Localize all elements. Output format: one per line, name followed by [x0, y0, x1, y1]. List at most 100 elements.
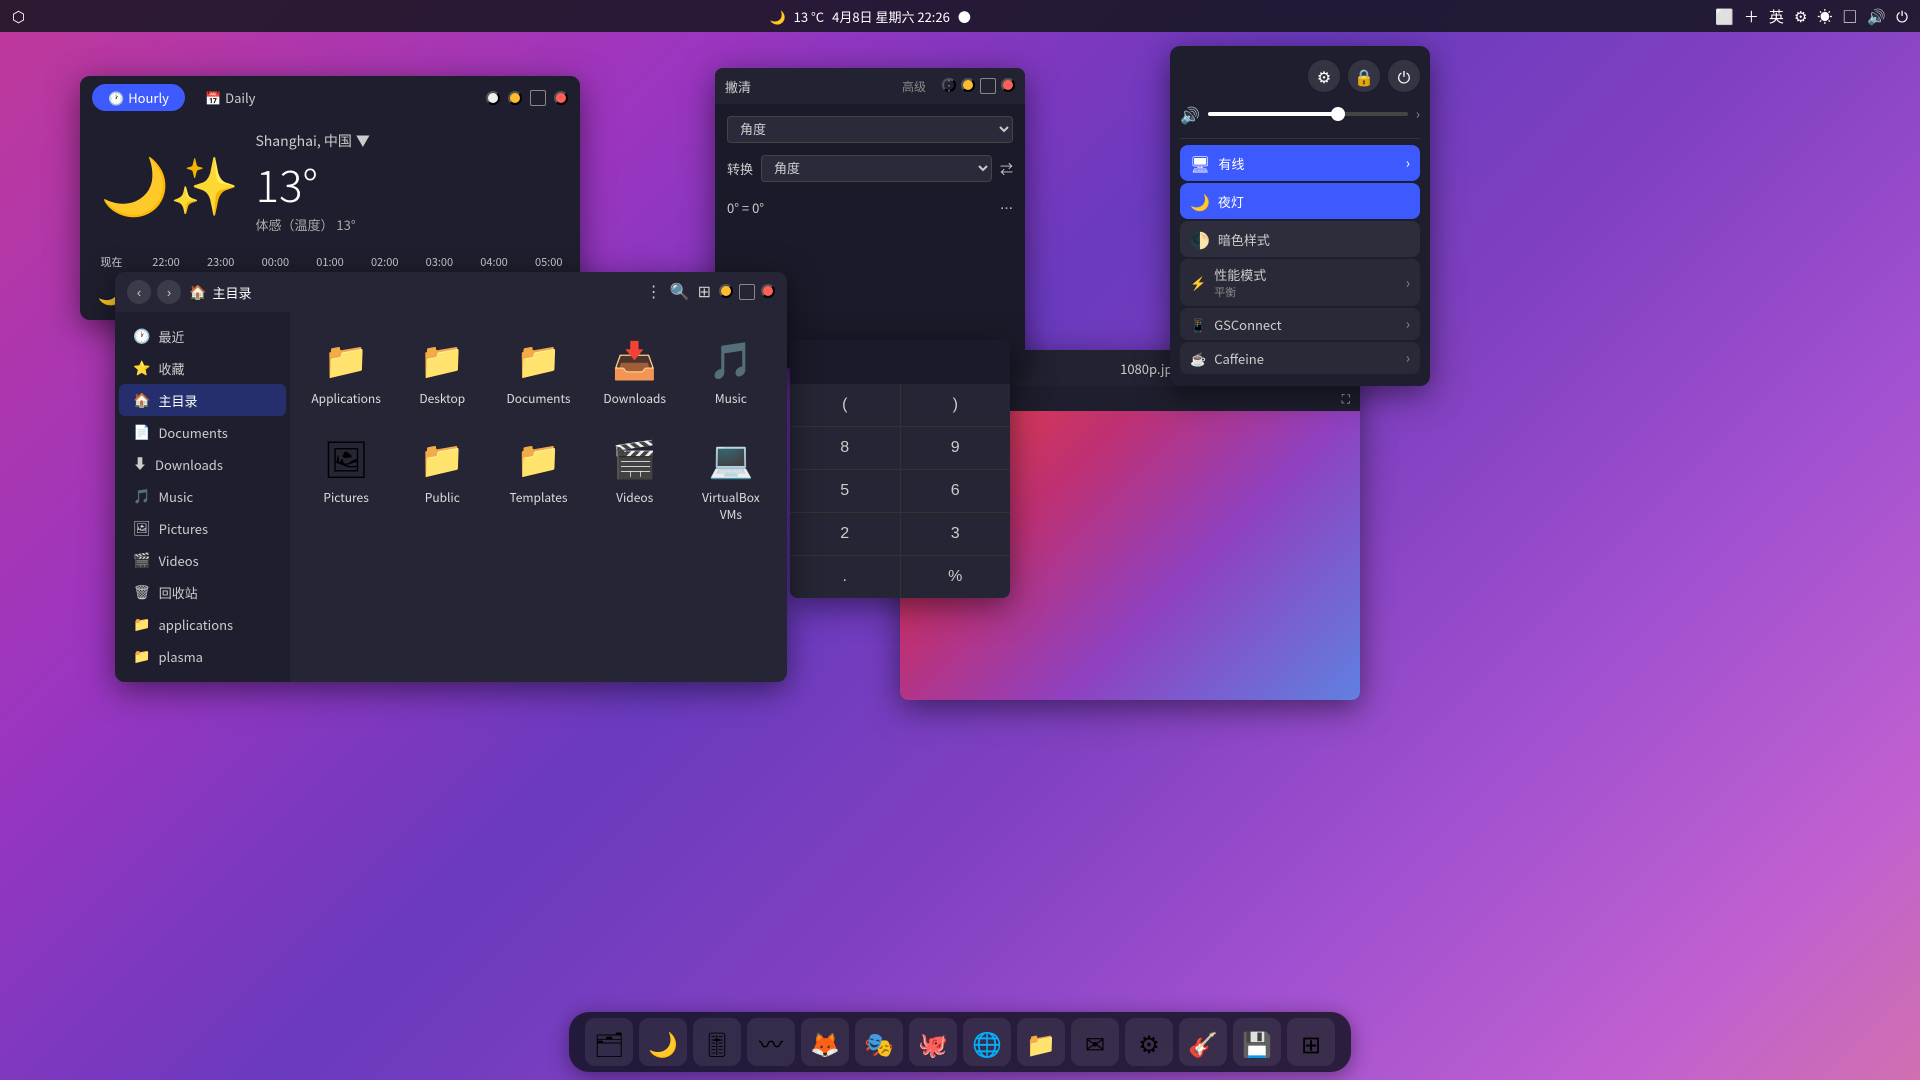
dock-icon-edge[interactable]: 🌐: [963, 1018, 1011, 1066]
dock-icon-firefox[interactable]: 🦊: [801, 1018, 849, 1066]
dock-icon-settings[interactable]: ⚙: [1125, 1018, 1173, 1066]
calc-btn-5[interactable]: 5: [790, 470, 900, 512]
sidebar-item-pictures[interactable]: 🖼 Pictures: [119, 512, 286, 544]
tab-daily[interactable]: 📅 Daily: [189, 84, 272, 111]
search-btn[interactable]: 🔍: [670, 282, 690, 302]
inkscape-convert-select[interactable]: 角度: [761, 155, 992, 182]
calc-btn-sym[interactable]: (: [790, 384, 900, 426]
calc-btn-8[interactable]: 8: [790, 427, 900, 469]
sm-volume-expand-icon[interactable]: ›: [1416, 104, 1420, 124]
calc-btn-9[interactable]: 9: [901, 427, 1011, 469]
fm-close-btn[interactable]: [761, 284, 775, 298]
dock-icon-inkscape[interactable]: 🎭: [855, 1018, 903, 1066]
fm-minimize-btn[interactable]: [719, 284, 733, 298]
sm-settings-icon[interactable]: ⚙: [1308, 60, 1340, 92]
sidebar-item-music[interactable]: 🎵 Music: [119, 480, 286, 512]
restore-btn[interactable]: [530, 90, 546, 106]
folder-name: Public: [425, 489, 460, 506]
dock-icon-night[interactable]: 🌙: [639, 1018, 687, 1066]
folder-applications[interactable]: 📁 Applications: [302, 324, 390, 415]
sidebar-item-documents[interactable]: 📄 Documents: [119, 416, 286, 448]
arch-logo-icon[interactable]: ⬡: [12, 6, 25, 27]
minimize-btn[interactable]: —: [508, 91, 522, 105]
sm-gsconnect-item[interactable]: 📱 GSConnect ›: [1180, 308, 1420, 340]
sm-power-icon[interactable]: ⏻: [1388, 60, 1420, 92]
folder-name: VirtualBox VMs: [691, 489, 771, 523]
sm-wired-item[interactable]: 🖥 有线 ›: [1180, 145, 1420, 181]
dock-icon-mixer[interactable]: 🎚: [693, 1018, 741, 1066]
sm-caffeine-arrow[interactable]: ›: [1406, 348, 1410, 368]
brightness-icon[interactable]: ☀: [1817, 6, 1832, 27]
more-btn[interactable]: ⋮: [486, 91, 500, 105]
sm-performance-arrow[interactable]: ›: [1406, 273, 1410, 293]
sidebar-item-最近[interactable]: 🕐 最近: [119, 320, 286, 352]
calc-btn-2[interactable]: 2: [790, 513, 900, 555]
window-icon[interactable]: □: [1842, 6, 1857, 27]
sidebar-item-downloads[interactable]: ⬇ Downloads: [119, 448, 286, 480]
view-toggle-btn[interactable]: ⊞: [698, 282, 711, 302]
folder-downloads[interactable]: 📥 Downloads: [591, 324, 679, 415]
close-btn[interactable]: ✕: [554, 91, 568, 105]
sidebar-item-收藏[interactable]: ⭐ 收藏: [119, 352, 286, 384]
dock-icon-mail[interactable]: ✉: [1071, 1018, 1119, 1066]
sm-caffeine-item[interactable]: ☕ Caffeine ›: [1180, 342, 1420, 374]
sidebar-item-applications[interactable]: 📁 applications: [119, 608, 286, 640]
dock-icon-dolphin[interactable]: 📁: [1017, 1018, 1065, 1066]
sm-performance-item[interactable]: ⚡ 性能模式 平衡 ›: [1180, 259, 1420, 306]
sidebar-item-.themes[interactable]: 📁 .themes: [119, 672, 286, 682]
sidebar-item-plasma[interactable]: 📁 plasma: [119, 640, 286, 672]
sm-darkmode-item[interactable]: 🌓 暗色样式: [1180, 221, 1420, 257]
calc-display: [790, 340, 1010, 384]
inkscape-angle-select[interactable]: 角度: [727, 116, 1013, 143]
calc-btn-3[interactable]: 3: [901, 513, 1011, 555]
sm-gsconnect-arrow[interactable]: ›: [1406, 314, 1410, 334]
fm-content: 📁 Applications 📁 Desktop 📁 Documents 📥 D…: [290, 312, 787, 682]
dock-icon-files[interactable]: 🗂: [585, 1018, 633, 1066]
dock-icon-spotify[interactable]: 🎸: [1179, 1018, 1227, 1066]
sidebar-item-videos[interactable]: 🎬 Videos: [119, 544, 286, 576]
sidebar-item-主目录[interactable]: 🏠 主目录: [119, 384, 286, 416]
folder-templates[interactable]: 📁 Templates: [494, 423, 582, 531]
folder-virtualbox-vms[interactable]: 💻 VirtualBox VMs: [687, 423, 775, 531]
swap-icon[interactable]: ⇄: [1000, 159, 1013, 178]
folder-documents[interactable]: 📁 Documents: [494, 324, 582, 415]
calc-btn-sym[interactable]: %: [901, 556, 1011, 598]
folder-desktop[interactable]: 📁 Desktop: [398, 324, 486, 415]
dock-icon-apps[interactable]: ⊞: [1287, 1018, 1335, 1066]
inkscape-close-btn[interactable]: [1001, 78, 1015, 92]
sm-volume-slider[interactable]: [1208, 112, 1408, 116]
dock-icon-wave[interactable]: 〰: [747, 1018, 795, 1066]
inkscape-restore-btn[interactable]: [980, 78, 996, 94]
volume-icon[interactable]: 🔊: [1867, 6, 1886, 27]
gear-icon[interactable]: ⚙: [1794, 6, 1807, 27]
screen-icon[interactable]: ⬜: [1715, 6, 1734, 27]
forward-btn[interactable]: ›: [157, 280, 181, 304]
fm-restore-btn[interactable]: [739, 284, 755, 300]
folder-music[interactable]: 🎵 Music: [687, 324, 775, 415]
more-options-btn[interactable]: ⋮: [646, 282, 662, 302]
sm-nightlight-item[interactable]: 🌙 夜灯: [1180, 183, 1420, 219]
sidebar-item-回收站[interactable]: 🗑 回收站: [119, 576, 286, 608]
sm-lock-icon[interactable]: 🔒: [1348, 60, 1380, 92]
calc-btn-6[interactable]: 6: [901, 470, 1011, 512]
folder-public[interactable]: 📁 Public: [398, 423, 486, 531]
sm-wired-arrow[interactable]: ›: [1406, 153, 1410, 173]
clock-icon: 🕐: [108, 88, 124, 107]
folder-videos[interactable]: 🎬 Videos: [591, 423, 679, 531]
dock-icon-backup[interactable]: 💾: [1233, 1018, 1281, 1066]
tab-hourly[interactable]: 🕐 Hourly: [92, 84, 185, 111]
calc-btn-sym[interactable]: .: [790, 556, 900, 598]
dock-icon-github[interactable]: 🐙: [909, 1018, 957, 1066]
lang-icon[interactable]: 英: [1769, 6, 1784, 27]
inkscape-min-btn[interactable]: [961, 78, 975, 92]
inkscape-more-icon[interactable]: ⋯: [1000, 198, 1013, 217]
home-icon: 🏠: [189, 282, 206, 302]
calc-btn-sym[interactable]: ): [901, 384, 1011, 426]
folder-pictures[interactable]: 🖼 Pictures: [302, 423, 390, 531]
iv-fullscreen-icon[interactable]: ⛶: [1342, 390, 1350, 407]
plus-icon[interactable]: ＋: [1744, 6, 1759, 27]
power-icon[interactable]: ⏻: [1896, 6, 1908, 27]
weather-location[interactable]: Shanghai, 中国 ▼: [255, 131, 560, 151]
back-btn[interactable]: ‹: [127, 280, 151, 304]
inkscape-more-btn[interactable]: ⋮: [942, 78, 956, 92]
